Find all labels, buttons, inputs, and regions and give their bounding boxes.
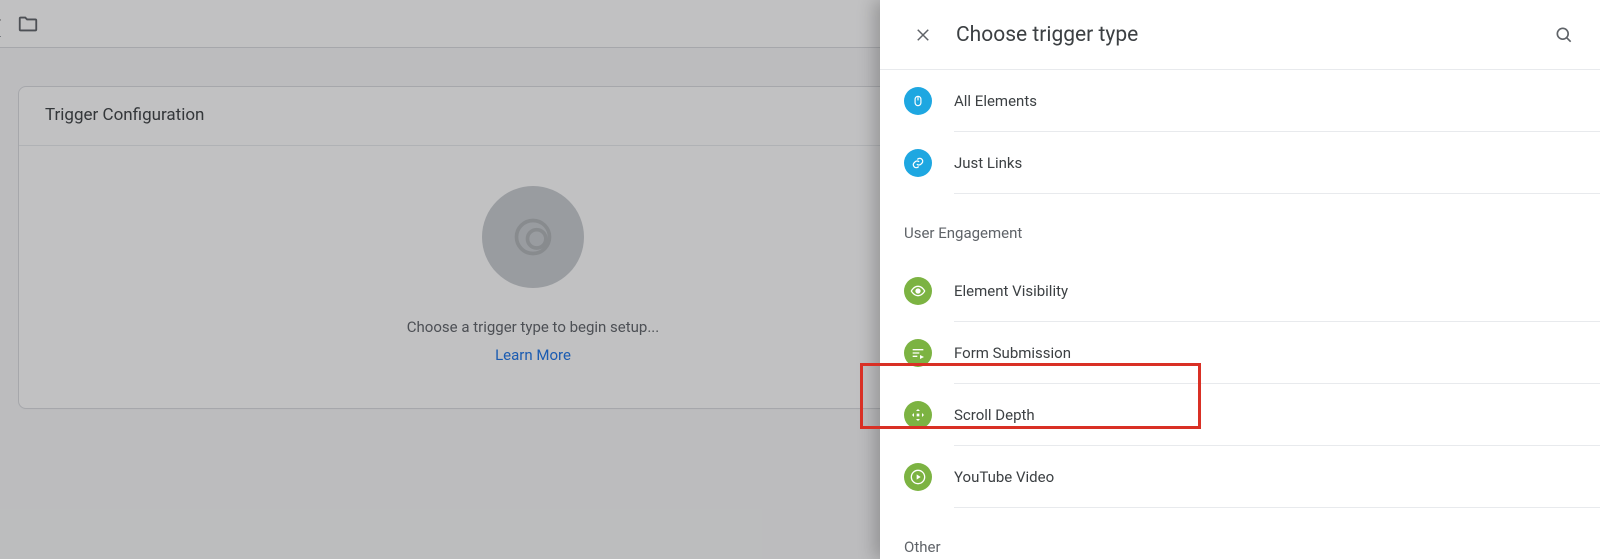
trigger-label: All Elements: [954, 70, 1600, 132]
mouse-icon: [904, 87, 932, 115]
search-icon[interactable]: [1548, 19, 1580, 51]
scroll-icon: [904, 401, 932, 429]
form-icon: [904, 339, 932, 367]
section-title-other: Other: [904, 508, 1600, 559]
trigger-option-scroll-depth[interactable]: Scroll Depth: [904, 384, 1600, 446]
trigger-option-all-elements[interactable]: All Elements: [904, 70, 1600, 132]
link-icon: [904, 149, 932, 177]
eye-icon: [904, 277, 932, 305]
trigger-option-youtube-video[interactable]: YouTube Video: [904, 446, 1600, 508]
trigger-option-form-submission[interactable]: Form Submission: [904, 322, 1600, 384]
panel-body[interactable]: All Elements Just Links User Engagement …: [880, 70, 1600, 559]
trigger-label: Scroll Depth: [954, 384, 1600, 446]
trigger-label: Element Visibility: [954, 260, 1600, 322]
trigger-option-just-links[interactable]: Just Links: [904, 132, 1600, 194]
close-icon[interactable]: [908, 20, 938, 50]
trigger-option-element-visibility[interactable]: Element Visibility: [904, 260, 1600, 322]
choose-trigger-type-panel: Choose trigger type All Elements Just Li…: [880, 0, 1600, 559]
panel-header: Choose trigger type: [880, 0, 1600, 70]
trigger-label: YouTube Video: [954, 446, 1600, 508]
trigger-label: Form Submission: [954, 322, 1600, 384]
panel-title: Choose trigger type: [956, 23, 1548, 47]
play-icon: [904, 463, 932, 491]
trigger-label: Just Links: [954, 132, 1600, 194]
section-title-user-engagement: User Engagement: [904, 194, 1600, 260]
